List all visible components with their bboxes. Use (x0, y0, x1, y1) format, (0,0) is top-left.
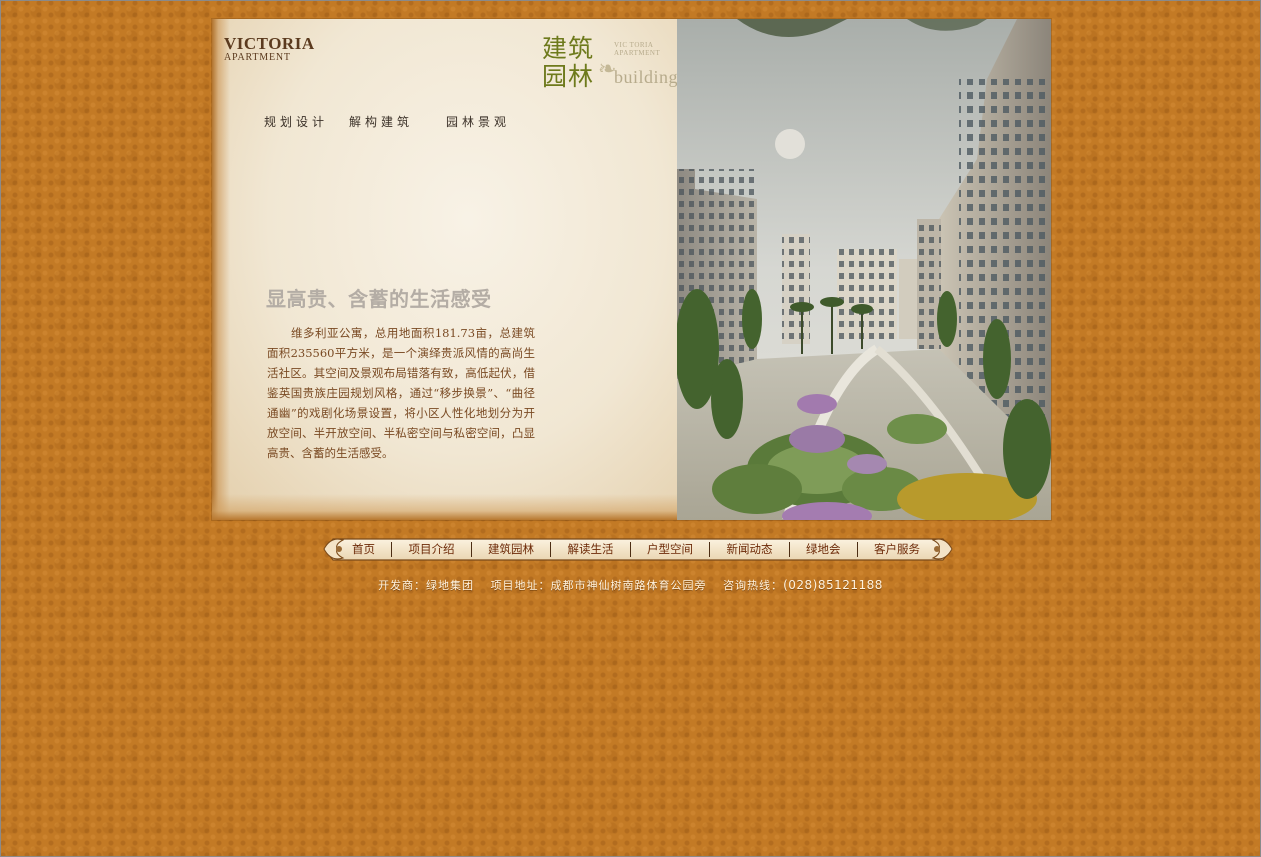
nav-item-lifestyle[interactable]: 解读生活 (555, 541, 627, 557)
nav-item-architecture-garden[interactable]: 建筑园林 (475, 541, 547, 557)
section-title-line-1: 建筑 (542, 34, 595, 63)
subnav-item-landscape[interactable]: 园林景观 (446, 113, 510, 130)
section-english-title: VIC TORIA APARTMENT building (614, 41, 677, 88)
logo-line-2: APARTMENT (224, 52, 291, 63)
footer-developer: 开发商：绿地集团 (378, 579, 475, 592)
main-panel: VICTORIA APARTMENT 建筑 园林 ❧ VIC TORIA APA… (212, 19, 1051, 520)
section-english-small-2: APARTMENT (614, 49, 661, 57)
nav-item-floor-plans[interactable]: 户型空间 (634, 541, 706, 557)
main-navigation-bar: 首页 项目介绍 建筑园林 解读生活 户型空间 新闻动态 绿地会 客户服务 (321, 534, 955, 565)
nav-divider (709, 541, 711, 557)
sub-navigation: 规划设计 解构建筑 园林景观 (212, 113, 677, 133)
page-body: { "brand": { "logo_line1": "VICTORIA", "… (0, 0, 1261, 857)
nav-divider (856, 541, 858, 557)
nav-item-project-intro[interactable]: 项目介绍 (396, 541, 468, 557)
architecture-rendering-image (677, 19, 1051, 520)
content-body: 维多利亚公寓，总用地面积181.73亩，总建筑面积235560平方米，是一个演绎… (267, 326, 535, 460)
main-navigation-items: 首页 项目介绍 建筑园林 解读生活 户型空间 新闻动态 绿地会 客户服务 (339, 540, 933, 558)
brand-logo[interactable]: VICTORIA APARTMENT (224, 35, 315, 63)
nav-item-home[interactable]: 首页 (339, 541, 388, 557)
footer-address: 项目地址：成都市神仙树南路体育公园旁 (490, 579, 707, 592)
section-title: 建筑 园林 (542, 35, 598, 91)
nav-divider (788, 541, 790, 557)
paper-panel: VICTORIA APARTMENT 建筑 园林 ❧ VIC TORIA APA… (212, 19, 677, 520)
subnav-item-planning[interactable]: 规划设计 (264, 113, 328, 130)
footer-hotline-label: 咨询热线： (723, 579, 784, 592)
footer-info: 开发商：绿地集团 项目地址：成都市神仙树南路体育公园旁 咨询热线：(028)85… (1, 577, 1260, 593)
logo-line-1: VICTORIA (224, 34, 315, 53)
nav-divider (550, 541, 552, 557)
nav-divider (391, 541, 393, 557)
footer-hotline-number: (028)85121188 (783, 578, 883, 592)
section-english-big: building (614, 67, 677, 87)
subnav-item-architecture[interactable]: 解构建筑 (349, 113, 413, 130)
section-title-line-2: 园林 (542, 62, 595, 91)
nav-item-greenland-club[interactable]: 绿地会 (793, 541, 854, 557)
nav-item-news[interactable]: 新闻动态 (714, 541, 786, 557)
section-english-small-1: VIC TORIA (614, 41, 654, 49)
nav-item-customer-service[interactable]: 客户服务 (861, 541, 933, 557)
footer-hotline: 咨询热线：(028)85121188 (723, 578, 883, 592)
nav-divider (470, 541, 472, 557)
content-headline: 显高贵、含蓄的生活感受 (266, 287, 492, 311)
nav-divider (629, 541, 631, 557)
